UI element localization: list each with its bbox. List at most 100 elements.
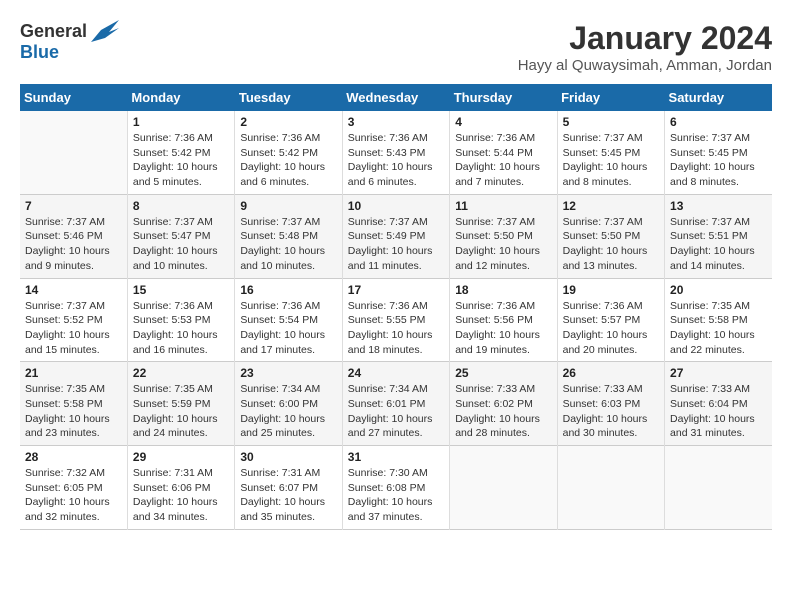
calendar-cell: 25 Sunrise: 7:33 AM Sunset: 6:02 PM Dayli… [450, 362, 557, 446]
day-info: Sunrise: 7:36 AM Sunset: 5:57 PM Dayligh… [563, 299, 659, 358]
calendar-cell [665, 446, 772, 530]
day-number: 8 [133, 199, 229, 213]
week-row-2: 7Sunrise: 7:37 AM Sunset: 5:46 PM Daylig… [20, 194, 772, 278]
calendar-cell: 27 Sunrise: 7:33 AM Sunset: 6:04 PM Dayli… [665, 362, 772, 446]
calendar-cell: 18 Sunrise: 7:36 AM Sunset: 5:56 PM Dayli… [450, 278, 557, 362]
day-info: Sunrise: 7:37 AM Sunset: 5:50 PM Dayligh… [455, 215, 551, 274]
day-number: 24 [348, 366, 444, 380]
calendar-cell: 22 Sunrise: 7:35 AM Sunset: 5:59 PM Dayli… [127, 362, 234, 446]
header-day-friday: Friday [557, 84, 664, 111]
header-day-tuesday: Tuesday [235, 84, 342, 111]
day-number: 9 [240, 199, 336, 213]
day-number: 28 [25, 450, 122, 464]
day-number: 11 [455, 199, 551, 213]
day-number: 14 [25, 283, 122, 297]
day-number: 4 [455, 115, 551, 129]
calendar-cell: 19 Sunrise: 7:36 AM Sunset: 5:57 PM Dayli… [557, 278, 664, 362]
calendar-cell: 7Sunrise: 7:37 AM Sunset: 5:46 PM Daylig… [20, 194, 127, 278]
day-number: 15 [133, 283, 229, 297]
calendar-cell: 14Sunrise: 7:37 AM Sunset: 5:52 PM Dayli… [20, 278, 127, 362]
day-info: Sunrise: 7:33 AM Sunset: 6:04 PM Dayligh… [670, 382, 767, 441]
day-number: 3 [348, 115, 444, 129]
day-number: 19 [563, 283, 659, 297]
day-number: 31 [348, 450, 444, 464]
calendar-cell: 20 Sunrise: 7:35 AM Sunset: 5:58 PM Dayli… [665, 278, 772, 362]
calendar-cell: 17 Sunrise: 7:36 AM Sunset: 5:55 PM Dayli… [342, 278, 449, 362]
day-number: 10 [348, 199, 444, 213]
day-number: 18 [455, 283, 551, 297]
day-number: 23 [240, 366, 336, 380]
day-number: 29 [133, 450, 229, 464]
day-info: Sunrise: 7:35 AM Sunset: 5:58 PM Dayligh… [25, 382, 122, 441]
day-info: Sunrise: 7:37 AM Sunset: 5:46 PM Dayligh… [25, 215, 122, 274]
day-info: Sunrise: 7:31 AM Sunset: 6:07 PM Dayligh… [240, 466, 336, 525]
day-number: 6 [670, 115, 767, 129]
day-info: Sunrise: 7:37 AM Sunset: 5:45 PM Dayligh… [563, 131, 659, 190]
day-number: 27 [670, 366, 767, 380]
logo-bird-icon [91, 20, 119, 42]
week-row-4: 21 Sunrise: 7:35 AM Sunset: 5:58 PM Dayli… [20, 362, 772, 446]
header-day-wednesday: Wednesday [342, 84, 449, 111]
day-number: 12 [563, 199, 659, 213]
calendar-cell: 31 Sunrise: 7:30 AM Sunset: 6:08 PM Dayli… [342, 446, 449, 530]
day-info: Sunrise: 7:31 AM Sunset: 6:06 PM Dayligh… [133, 466, 229, 525]
day-info: Sunrise: 7:36 AM Sunset: 5:55 PM Dayligh… [348, 299, 444, 358]
calendar-cell: 11 Sunrise: 7:37 AM Sunset: 5:50 PM Dayli… [450, 194, 557, 278]
calendar-cell: 15 Sunrise: 7:36 AM Sunset: 5:53 PM Dayli… [127, 278, 234, 362]
day-info: Sunrise: 7:36 AM Sunset: 5:54 PM Dayligh… [240, 299, 336, 358]
day-info: Sunrise: 7:34 AM Sunset: 6:00 PM Dayligh… [240, 382, 336, 441]
day-info: Sunrise: 7:33 AM Sunset: 6:03 PM Dayligh… [563, 382, 659, 441]
day-number: 30 [240, 450, 336, 464]
logo-general-text: General [20, 21, 87, 42]
day-number: 16 [240, 283, 336, 297]
day-number: 21 [25, 366, 122, 380]
calendar-cell: 24Sunrise: 7:34 AM Sunset: 6:01 PM Dayli… [342, 362, 449, 446]
page-header: General Blue January 2024 Hayy al Quways… [20, 20, 772, 74]
day-number: 17 [348, 283, 444, 297]
calendar-cell: 26 Sunrise: 7:33 AM Sunset: 6:03 PM Dayli… [557, 362, 664, 446]
calendar-cell: 2Sunrise: 7:36 AM Sunset: 5:42 PM Daylig… [235, 111, 342, 194]
calendar-cell: 12Sunrise: 7:37 AM Sunset: 5:50 PM Dayli… [557, 194, 664, 278]
calendar-cell: 30 Sunrise: 7:31 AM Sunset: 6:07 PM Dayli… [235, 446, 342, 530]
calendar-cell [450, 446, 557, 530]
day-info: Sunrise: 7:35 AM Sunset: 5:58 PM Dayligh… [670, 299, 767, 358]
calendar-cell: 3 Sunrise: 7:36 AM Sunset: 5:43 PM Daylig… [342, 111, 449, 194]
day-info: Sunrise: 7:33 AM Sunset: 6:02 PM Dayligh… [455, 382, 551, 441]
day-info: Sunrise: 7:36 AM Sunset: 5:56 PM Dayligh… [455, 299, 551, 358]
day-info: Sunrise: 7:35 AM Sunset: 5:59 PM Dayligh… [133, 382, 229, 441]
day-number: 22 [133, 366, 229, 380]
calendar-cell: 23 Sunrise: 7:34 AM Sunset: 6:00 PM Dayli… [235, 362, 342, 446]
day-info: Sunrise: 7:37 AM Sunset: 5:49 PM Dayligh… [348, 215, 444, 274]
day-info: Sunrise: 7:30 AM Sunset: 6:08 PM Dayligh… [348, 466, 444, 525]
week-row-5: 28Sunrise: 7:32 AM Sunset: 6:05 PM Dayli… [20, 446, 772, 530]
calendar-cell: 13Sunrise: 7:37 AM Sunset: 5:51 PM Dayli… [665, 194, 772, 278]
header-day-thursday: Thursday [450, 84, 557, 111]
title-area: January 2024 Hayy al Quwaysimah, Amman, … [518, 20, 772, 74]
day-info: Sunrise: 7:37 AM Sunset: 5:47 PM Dayligh… [133, 215, 229, 274]
calendar-cell: 6Sunrise: 7:37 AM Sunset: 5:45 PM Daylig… [665, 111, 772, 194]
calendar-cell: 4 Sunrise: 7:36 AM Sunset: 5:44 PM Daylig… [450, 111, 557, 194]
day-info: Sunrise: 7:36 AM Sunset: 5:44 PM Dayligh… [455, 131, 551, 190]
day-info: Sunrise: 7:36 AM Sunset: 5:42 PM Dayligh… [133, 131, 229, 190]
calendar-table: SundayMondayTuesdayWednesdayThursdayFrid… [20, 84, 772, 530]
day-info: Sunrise: 7:36 AM Sunset: 5:43 PM Dayligh… [348, 131, 444, 190]
calendar-cell: 21 Sunrise: 7:35 AM Sunset: 5:58 PM Dayli… [20, 362, 127, 446]
day-info: Sunrise: 7:36 AM Sunset: 5:53 PM Dayligh… [133, 299, 229, 358]
day-number: 13 [670, 199, 767, 213]
day-number: 2 [240, 115, 336, 129]
header-day-sunday: Sunday [20, 84, 127, 111]
logo: General Blue [20, 20, 119, 63]
calendar-cell: 28Sunrise: 7:32 AM Sunset: 6:05 PM Dayli… [20, 446, 127, 530]
calendar-cell: 5Sunrise: 7:37 AM Sunset: 5:45 PM Daylig… [557, 111, 664, 194]
calendar-cell: 1 Sunrise: 7:36 AM Sunset: 5:42 PM Daylig… [127, 111, 234, 194]
days-header-row: SundayMondayTuesdayWednesdayThursdayFrid… [20, 84, 772, 111]
calendar-title: January 2024 [518, 20, 772, 57]
day-number: 26 [563, 366, 659, 380]
calendar-cell [557, 446, 664, 530]
day-number: 1 [133, 115, 229, 129]
day-number: 25 [455, 366, 551, 380]
calendar-cell [20, 111, 127, 194]
day-number: 20 [670, 283, 767, 297]
calendar-cell: 29 Sunrise: 7:31 AM Sunset: 6:06 PM Dayli… [127, 446, 234, 530]
logo-blue-text: Blue [20, 42, 59, 63]
